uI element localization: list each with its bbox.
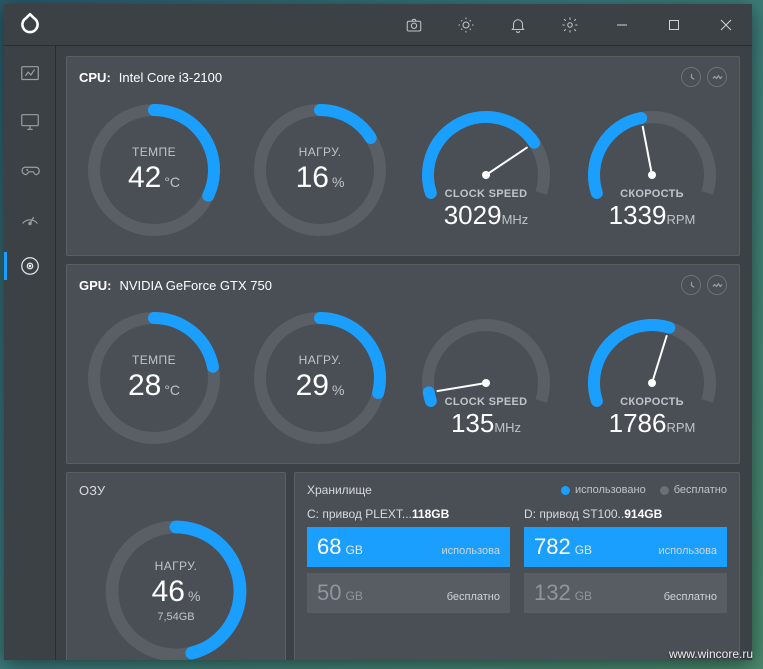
gpu-panel: GPU: NVIDIA GeForce GTX 750 ТЕМПЕ28°C НА… <box>66 264 740 464</box>
gpu-temp-gauge: ТЕМПЕ28°C <box>79 303 229 453</box>
drive-d-used-bar: 782GBиспользова <box>524 527 727 567</box>
screenshot-button[interactable] <box>388 4 440 46</box>
cpu-clock-dial: CLOCK SPEED3029MHz <box>411 95 561 245</box>
sidebar-performance[interactable] <box>4 194 56 242</box>
drive-c-free-bar: 50GBбесплатно <box>307 573 510 613</box>
cpu-graph-icon[interactable] <box>707 67 727 87</box>
watermark: www.wincore.ru <box>669 647 753 661</box>
minimize-button[interactable] <box>596 4 648 46</box>
app-logo-icon <box>4 12 56 38</box>
cpu-temp-gauge: ТЕМПЕ42°C <box>79 95 229 245</box>
sidebar-sensors[interactable] <box>4 242 56 290</box>
gpu-panel-header: GPU: NVIDIA GeForce GTX 750 <box>79 275 727 295</box>
storage-legend: использовано бесплатно <box>561 484 727 496</box>
brightness-button[interactable] <box>440 4 492 46</box>
drive-c: C: привод PLEXT...118GB 68GBиспользова 5… <box>307 507 510 619</box>
storage-title: Хранилище <box>307 483 372 497</box>
gpu-label: GPU: <box>79 278 112 293</box>
bottom-row: ОЗУ НАГРУ.46%7,54GB Хранилище использова… <box>66 472 740 660</box>
settings-button[interactable] <box>544 4 596 46</box>
drive-d: D: привод ST100..914GB 782GBиспользова 1… <box>524 507 727 619</box>
sidebar <box>4 46 56 660</box>
notifications-button[interactable] <box>492 4 544 46</box>
gpu-load-gauge: НАГРУ.29% <box>245 303 395 453</box>
ram-gauge: НАГРУ.46%7,54GB <box>96 511 256 660</box>
cpu-panel-header: CPU: Intel Core i3-2100 <box>79 67 727 87</box>
drive-c-used-bar: 68GBиспользова <box>307 527 510 567</box>
app-window: CPU: Intel Core i3-2100 ТЕМПЕ42°C НАГРУ.… <box>4 4 752 660</box>
cpu-label: CPU: <box>79 70 111 85</box>
cpu-panel: CPU: Intel Core i3-2100 ТЕМПЕ42°C НАГРУ.… <box>66 56 740 256</box>
content-area: CPU: Intel Core i3-2100 ТЕМПЕ42°C НАГРУ.… <box>56 46 752 660</box>
gpu-clock-dial: CLOCK SPEED135MHz <box>411 303 561 453</box>
gpu-graph-icon[interactable] <box>707 275 727 295</box>
sidebar-display[interactable] <box>4 98 56 146</box>
sidebar-gaming[interactable] <box>4 146 56 194</box>
maximize-button[interactable] <box>648 4 700 46</box>
cpu-detail-icon[interactable] <box>681 67 701 87</box>
titlebar <box>4 4 752 46</box>
cpu-fan-dial: СКОРОСТЬ1339RPM <box>577 95 727 245</box>
gpu-name: NVIDIA GeForce GTX 750 <box>120 278 272 293</box>
sidebar-dashboard[interactable] <box>4 50 56 98</box>
cpu-load-gauge: НАГРУ.16% <box>245 95 395 245</box>
close-button[interactable] <box>700 4 752 46</box>
drive-d-free-bar: 132GBбесплатно <box>524 573 727 613</box>
storage-panel: Хранилище использовано бесплатно C: прив… <box>294 472 740 660</box>
ram-title: ОЗУ <box>79 483 105 498</box>
cpu-name: Intel Core i3-2100 <box>119 70 222 85</box>
ram-panel: ОЗУ НАГРУ.46%7,54GB <box>66 472 286 660</box>
app-body: CPU: Intel Core i3-2100 ТЕМПЕ42°C НАГРУ.… <box>4 46 752 660</box>
gpu-fan-dial: СКОРОСТЬ1786RPM <box>577 303 727 453</box>
gpu-detail-icon[interactable] <box>681 275 701 295</box>
